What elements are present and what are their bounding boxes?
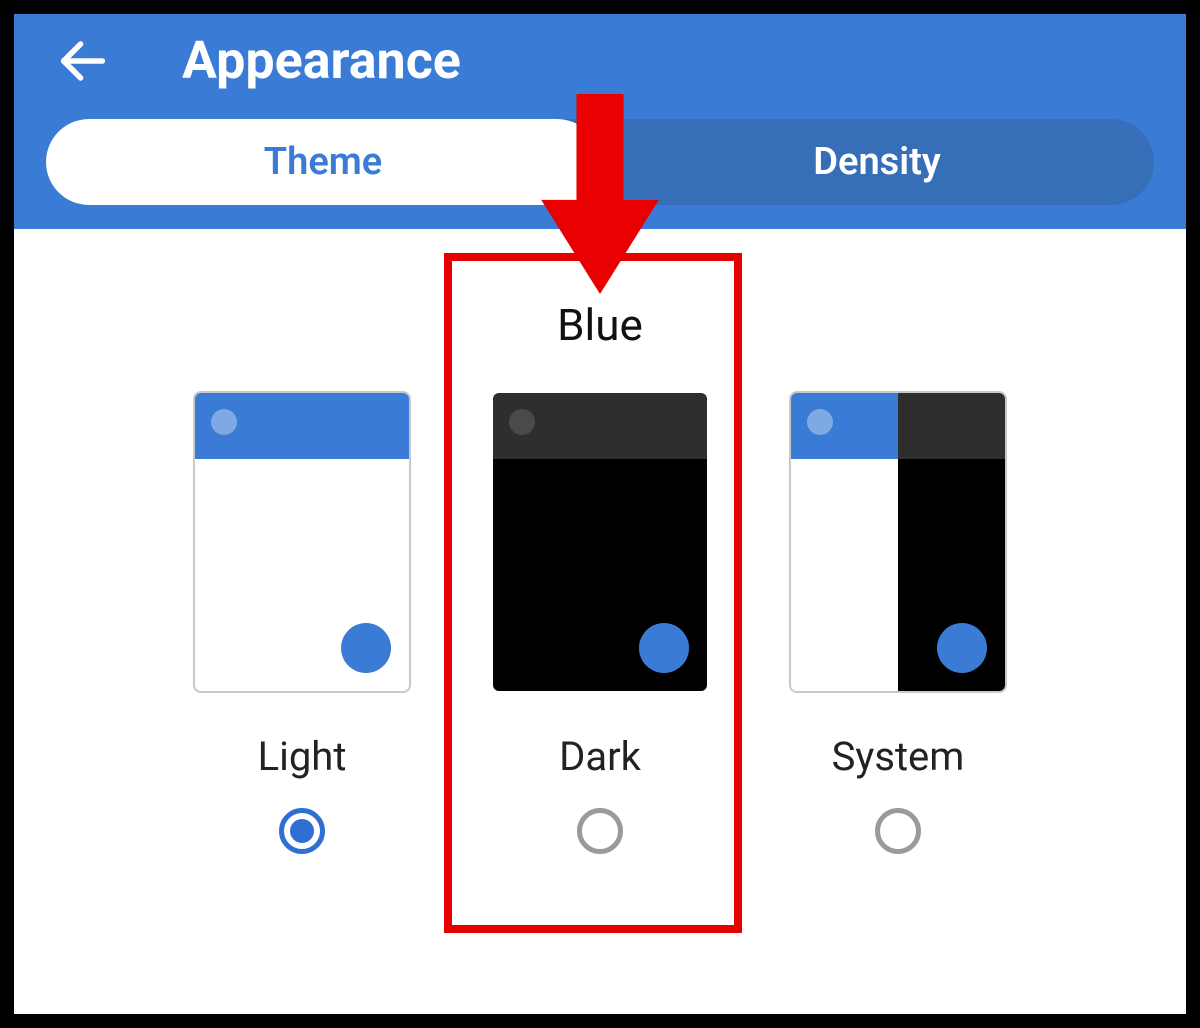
tab-density[interactable]: Density bbox=[600, 119, 1154, 205]
preview-light bbox=[193, 391, 411, 693]
theme-options-row: Light Dark bbox=[14, 391, 1186, 854]
option-dark-label: Dark bbox=[559, 733, 641, 780]
screen: Appearance Theme Density Blue Light bbox=[14, 14, 1186, 1014]
page-title: Appearance bbox=[182, 30, 461, 91]
tab-switcher: Theme Density bbox=[46, 119, 1154, 205]
preview-dark bbox=[491, 391, 709, 693]
option-light-label: Light bbox=[258, 733, 347, 780]
radio-dark[interactable] bbox=[577, 808, 623, 854]
option-dark[interactable]: Dark bbox=[491, 391, 709, 854]
app-header: Appearance Theme Density bbox=[14, 14, 1186, 229]
radio-system[interactable] bbox=[875, 808, 921, 854]
option-light[interactable]: Light bbox=[193, 391, 411, 854]
arrow-left-icon bbox=[54, 32, 112, 90]
tab-theme[interactable]: Theme bbox=[46, 119, 600, 205]
preview-system bbox=[789, 391, 1007, 693]
theme-content: Blue Light Dark bbox=[14, 229, 1186, 1014]
option-system[interactable]: System bbox=[789, 391, 1007, 854]
device-frame: Appearance Theme Density Blue Light bbox=[0, 0, 1200, 1028]
header-bar: Appearance bbox=[14, 14, 1186, 119]
option-system-label: System bbox=[832, 733, 965, 780]
color-scheme-label: Blue bbox=[14, 299, 1186, 351]
radio-light[interactable] bbox=[279, 808, 325, 854]
back-button[interactable] bbox=[54, 32, 112, 90]
